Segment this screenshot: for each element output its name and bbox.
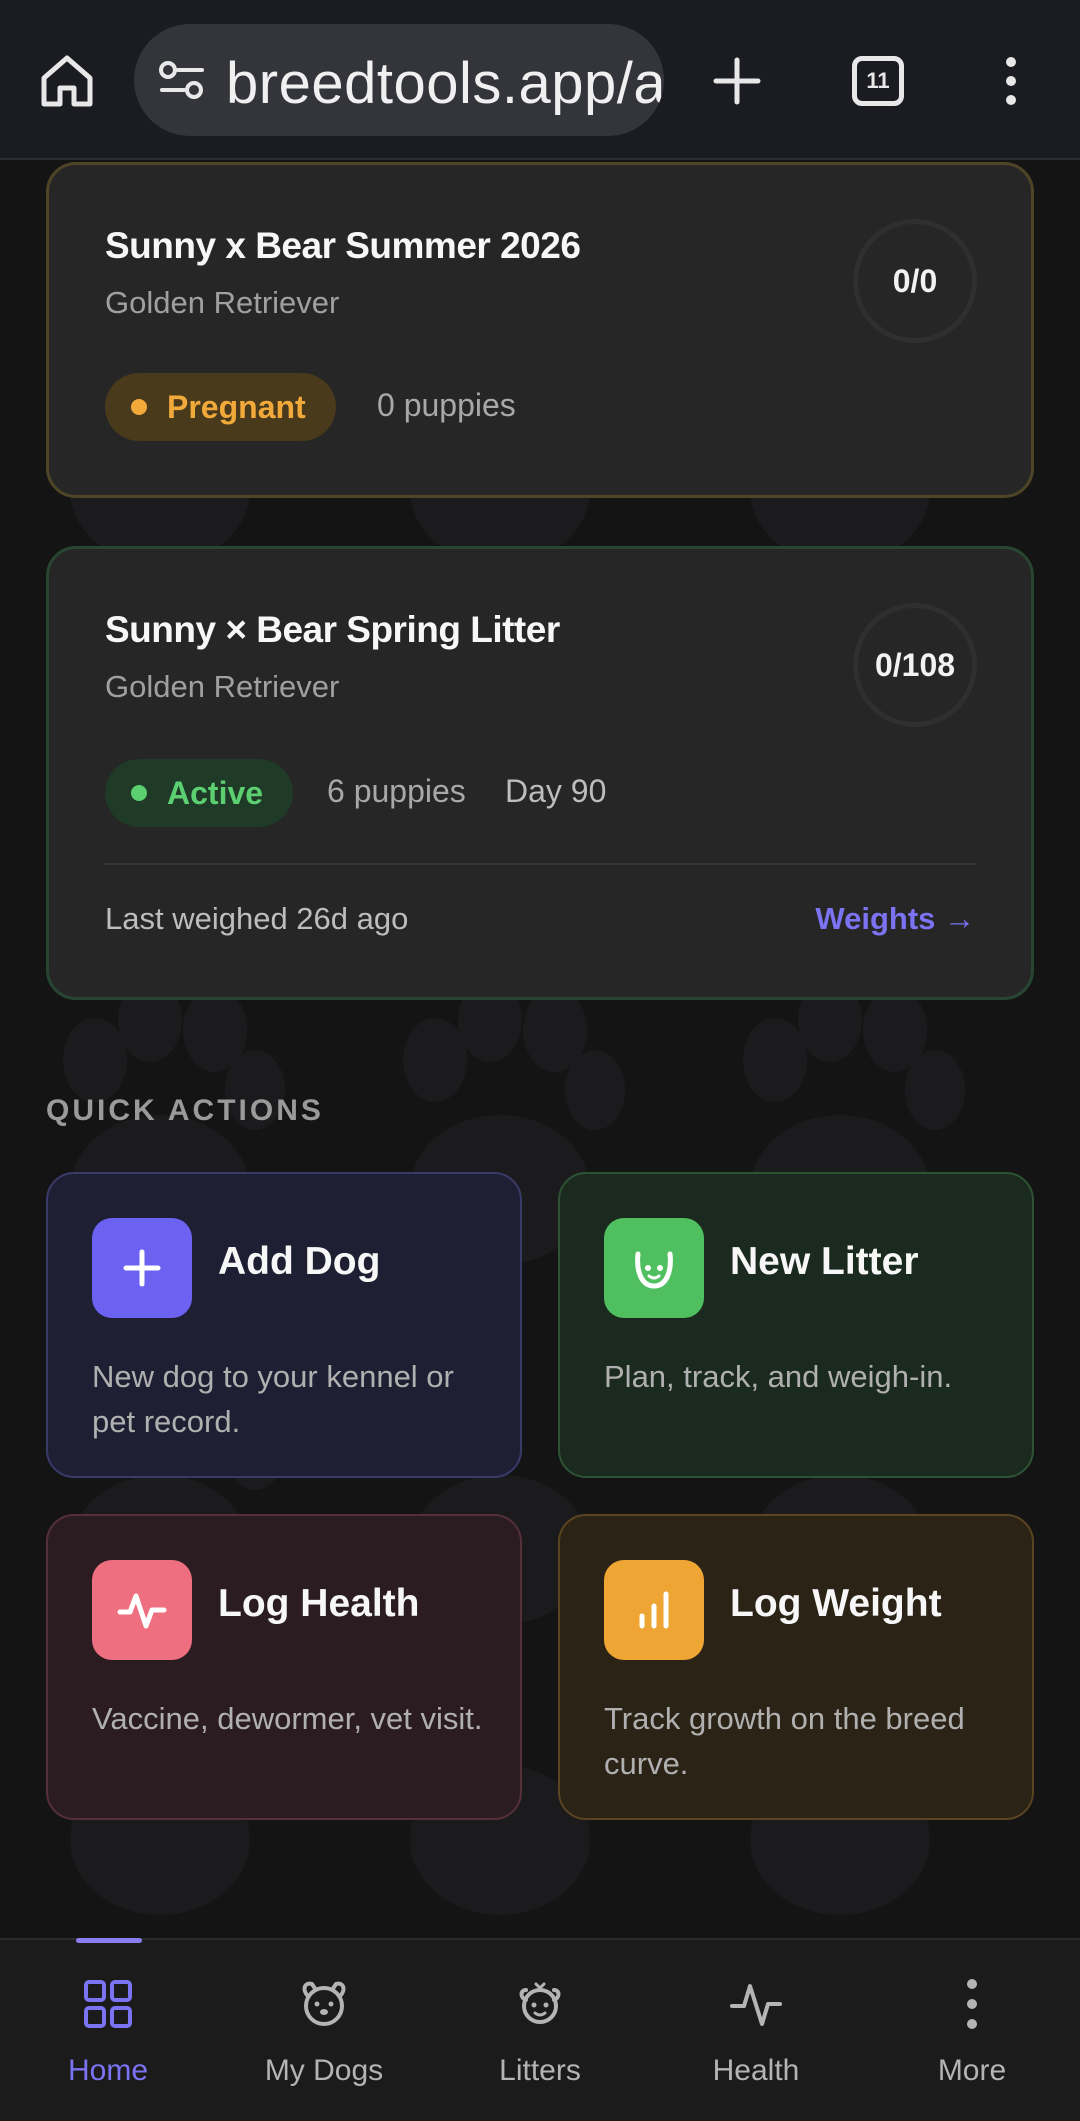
- nav-item-litters[interactable]: Litters: [432, 1940, 648, 2121]
- status-dot: [131, 399, 147, 415]
- quick-action-title: Add Dog: [218, 1240, 381, 1283]
- nav-item-my-dogs[interactable]: My Dogs: [216, 1940, 432, 2121]
- litter-day: Day 90: [505, 773, 607, 809]
- dog-face-icon: [296, 1976, 352, 2032]
- status-badge: Active: [105, 759, 294, 827]
- weigh-in-progress-ring: 0/0: [853, 219, 977, 343]
- nav-item-more[interactable]: More: [864, 1940, 1080, 2121]
- more-vertical-icon: [944, 1976, 1000, 2032]
- weigh-in-progress-ring: 0/108: [853, 603, 977, 727]
- litter-breed: Golden Retriever: [105, 669, 340, 704]
- quick-action-description: Plan, track, and weigh-in.: [604, 1359, 953, 1394]
- url-text: breedtools.app/a: [226, 51, 664, 116]
- site-settings-icon[interactable]: [158, 60, 206, 100]
- browser-menu-icon[interactable]: [996, 52, 1026, 110]
- litter-title: Sunny x Bear Summer 2026: [105, 225, 581, 266]
- tab-switcher-button[interactable]: 11: [852, 56, 904, 106]
- pulse-icon: [728, 1976, 784, 2032]
- add-dog-button[interactable]: Add Dog New dog to your kennel or pet re…: [46, 1172, 522, 1478]
- log-weight-button[interactable]: Log Weight Track growth on the breed cur…: [558, 1514, 1034, 1820]
- puppy-face-icon: [604, 1218, 704, 1318]
- nav-item-health[interactable]: Health: [648, 1940, 864, 2121]
- puppy-count: 0 puppies: [377, 387, 516, 423]
- log-health-button[interactable]: Log Health Vaccine, dewormer, vet visit.: [46, 1514, 522, 1820]
- quick-action-title: Log Health: [218, 1582, 420, 1625]
- status-dot: [131, 785, 147, 801]
- weights-link[interactable]: Weights →: [815, 901, 975, 937]
- status-label: Active: [167, 774, 264, 811]
- nav-label: Health: [712, 2054, 800, 2087]
- puppy-count: 6 puppies: [327, 773, 466, 809]
- puppy-icon: [512, 1976, 568, 2032]
- quick-actions-heading: QUICK ACTIONS: [46, 1094, 324, 1127]
- quick-action-description: Track growth on the breed curve.: [604, 1701, 965, 1781]
- litter-card[interactable]: Sunny × Bear Spring Litter Golden Retrie…: [46, 546, 1034, 1000]
- new-litter-button[interactable]: New Litter Plan, track, and weigh-in.: [558, 1172, 1034, 1478]
- quick-action-title: Log Weight: [730, 1582, 942, 1625]
- browser-toolbar: breedtools.app/a 11: [0, 0, 1080, 160]
- pulse-icon: [92, 1560, 192, 1660]
- quick-action-description: New dog to your kennel or pet record.: [92, 1359, 454, 1439]
- litter-card[interactable]: Sunny x Bear Summer 2026 Golden Retrieve…: [46, 162, 1034, 498]
- nav-item-home[interactable]: Home: [0, 1940, 216, 2121]
- litter-breed: Golden Retriever: [105, 285, 340, 320]
- address-bar[interactable]: breedtools.app/a: [134, 24, 664, 136]
- nav-label: Litters: [499, 2054, 581, 2087]
- status-badge: Pregnant: [105, 373, 336, 441]
- litter-title: Sunny × Bear Spring Litter: [105, 609, 560, 650]
- plus-icon: [92, 1218, 192, 1318]
- new-tab-icon[interactable]: [708, 52, 766, 110]
- status-label: Pregnant: [167, 388, 306, 425]
- nav-label: More: [937, 2054, 1007, 2087]
- nav-label: Home: [67, 2054, 149, 2087]
- home-icon[interactable]: [38, 52, 96, 110]
- bottom-navigation: Home My Dogs Litters Health More: [0, 1938, 1080, 2121]
- last-weighed-text: Last weighed 26d ago: [105, 901, 409, 936]
- card-divider: [105, 863, 977, 865]
- quick-action-description: Vaccine, dewormer, vet visit.: [92, 1701, 483, 1736]
- grid-icon: [80, 1976, 136, 2032]
- nav-label: My Dogs: [264, 2054, 384, 2087]
- quick-action-title: New Litter: [730, 1240, 919, 1283]
- bar-chart-icon: [604, 1560, 704, 1660]
